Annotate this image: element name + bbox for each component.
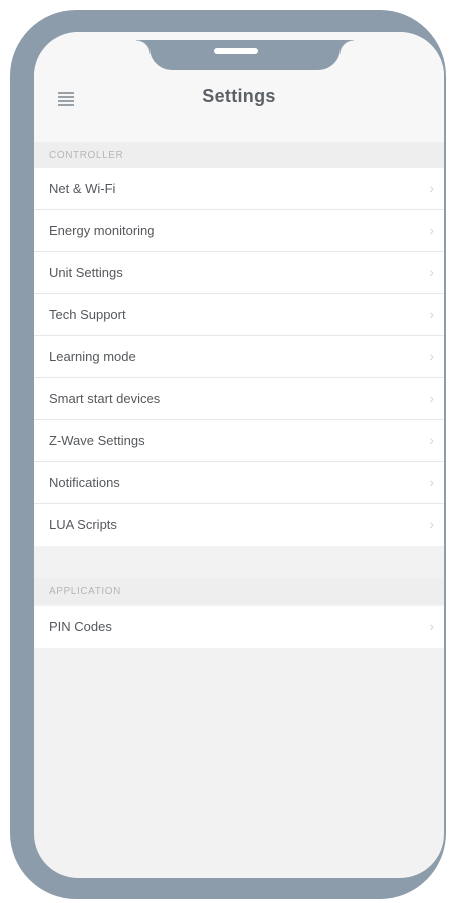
controller-settings-list: Net & Wi-Fi › Energy monitoring › Unit S… bbox=[34, 168, 444, 546]
settings-item-label: LUA Scripts bbox=[49, 517, 117, 532]
section-title: APPLICATION bbox=[49, 586, 121, 597]
chevron-right-icon: › bbox=[429, 432, 434, 448]
settings-item-energy-monitoring[interactable]: Energy monitoring › bbox=[34, 210, 444, 252]
settings-item-label: Energy monitoring bbox=[49, 223, 155, 238]
settings-item-notifications[interactable]: Notifications › bbox=[34, 462, 444, 504]
settings-item-pin-codes[interactable]: PIN Codes › bbox=[34, 606, 444, 648]
phone-notch bbox=[136, 40, 354, 70]
settings-item-label: Unit Settings bbox=[49, 265, 123, 280]
settings-item-learning-mode[interactable]: Learning mode › bbox=[34, 336, 444, 378]
settings-item-tech-support[interactable]: Tech Support › bbox=[34, 294, 444, 336]
chevron-right-icon: › bbox=[429, 618, 434, 634]
settings-item-label: Notifications bbox=[49, 475, 120, 490]
settings-item-label: Z-Wave Settings bbox=[49, 433, 145, 448]
settings-item-smart-start-devices[interactable]: Smart start devices › bbox=[34, 378, 444, 420]
section-title: CONTROLLER bbox=[49, 150, 124, 161]
settings-item-unit-settings[interactable]: Unit Settings › bbox=[34, 252, 444, 294]
chevron-right-icon: › bbox=[429, 348, 434, 364]
settings-item-label: Tech Support bbox=[49, 307, 126, 322]
settings-item-lua-scripts[interactable]: LUA Scripts › bbox=[34, 504, 444, 546]
settings-item-net-wifi[interactable]: Net & Wi-Fi › bbox=[34, 168, 444, 210]
chevron-right-icon: › bbox=[429, 306, 434, 322]
app-screen: Settings CONTROLLER Net & Wi-Fi › Energy… bbox=[34, 32, 444, 878]
settings-item-label: Smart start devices bbox=[49, 391, 161, 406]
chevron-right-icon: › bbox=[429, 516, 434, 532]
phone-frame: Settings CONTROLLER Net & Wi-Fi › Energy… bbox=[10, 10, 446, 899]
chevron-right-icon: › bbox=[429, 222, 434, 238]
chevron-right-icon: › bbox=[429, 180, 434, 196]
section-header-controller: CONTROLLER bbox=[34, 142, 444, 168]
chevron-right-icon: › bbox=[429, 474, 434, 490]
chevron-right-icon: › bbox=[429, 264, 434, 280]
section-header-application: APPLICATION bbox=[34, 578, 444, 604]
settings-item-label: Learning mode bbox=[49, 349, 136, 364]
application-settings-list: PIN Codes › bbox=[34, 606, 444, 648]
settings-item-zwave-settings[interactable]: Z-Wave Settings › bbox=[34, 420, 444, 462]
phone-speaker bbox=[214, 48, 258, 54]
settings-item-label: PIN Codes bbox=[49, 619, 112, 634]
chevron-right-icon: › bbox=[429, 390, 434, 406]
settings-item-label: Net & Wi-Fi bbox=[49, 181, 116, 196]
page-title: Settings bbox=[202, 86, 276, 106]
